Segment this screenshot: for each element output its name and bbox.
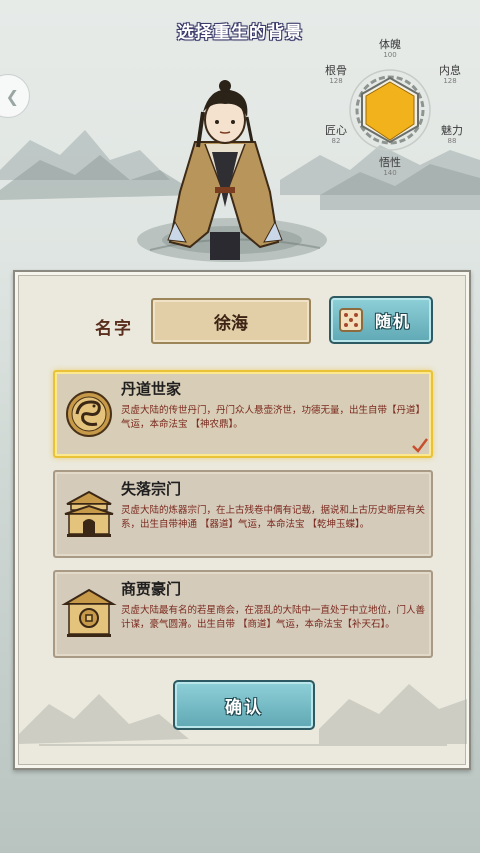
background-select-panel: 名字 徐海 随机 丹道世家 灵虚大陆的传世丹门，丹门众人悬壶济世，功德无量，出生… xyxy=(13,270,471,770)
stat-meili: 魅力 88 xyxy=(441,124,463,145)
stat-gengu: 根骨 128 xyxy=(325,64,347,85)
option-title: 商贾豪门 xyxy=(121,580,182,598)
sect-gate-icon xyxy=(64,490,114,537)
back-arrow-icon: ❮ xyxy=(5,86,19,106)
dragon-emblem-icon xyxy=(66,391,112,437)
random-name-button[interactable]: 随机 xyxy=(329,296,433,344)
stat-neixi: 内息 128 xyxy=(439,64,461,85)
merchant-hall-icon xyxy=(61,588,117,637)
checkmark-icon xyxy=(412,438,428,453)
name-label: 名字 xyxy=(95,319,133,339)
background-option-shiluo[interactable]: 失落宗门 灵虚大陆的炼器宗门，在上古残卷中偶有记载，据说和上古历史断层有关系，出… xyxy=(53,470,433,558)
option-title: 失落宗门 xyxy=(121,480,182,498)
stat-tipo: 体魄 100 xyxy=(379,38,401,59)
background-option-dandao[interactable]: 丹道世家 灵虚大陆的传世丹门，丹门众人悬壶济世，功德无量，出生自带【丹道】气运，… xyxy=(53,370,433,458)
dice-icon xyxy=(339,308,363,332)
name-field[interactable]: 徐海 xyxy=(151,298,311,344)
random-button-label: 随机 xyxy=(375,312,412,331)
character-portrait xyxy=(167,80,283,260)
confirm-button[interactable]: 确认 xyxy=(173,680,315,730)
option-title: 丹道世家 xyxy=(121,380,182,398)
background-option-shanggu[interactable]: 商贾豪门 灵虚大陆最有名的若星商会，在混乱的大陆中一直处于中立地位，门人善计谋，… xyxy=(53,570,433,658)
stat-jiangxin: 匠心 82 xyxy=(325,124,347,145)
attribute-radar: 体魄 100 内息 128 魅力 88 悟性 140 匠心 82 根骨 128 xyxy=(320,38,470,188)
option-description: 灵虚大陆的传世丹门，丹门众人悬壶济世，功德无量，出生自带【丹道】气运，本命法宝 … xyxy=(121,405,426,430)
option-description: 灵虚大陆最有名的若星商会，在混乱的大陆中一直处于中立地位，门人善计谋，豪气圆滑。… xyxy=(121,605,426,630)
option-description: 灵虚大陆的炼器宗门，在上古残卷中偶有记载，据说和上古历史断层有关系，出生自带神通… xyxy=(121,505,426,530)
stat-wuxing: 悟性 140 xyxy=(379,156,401,177)
